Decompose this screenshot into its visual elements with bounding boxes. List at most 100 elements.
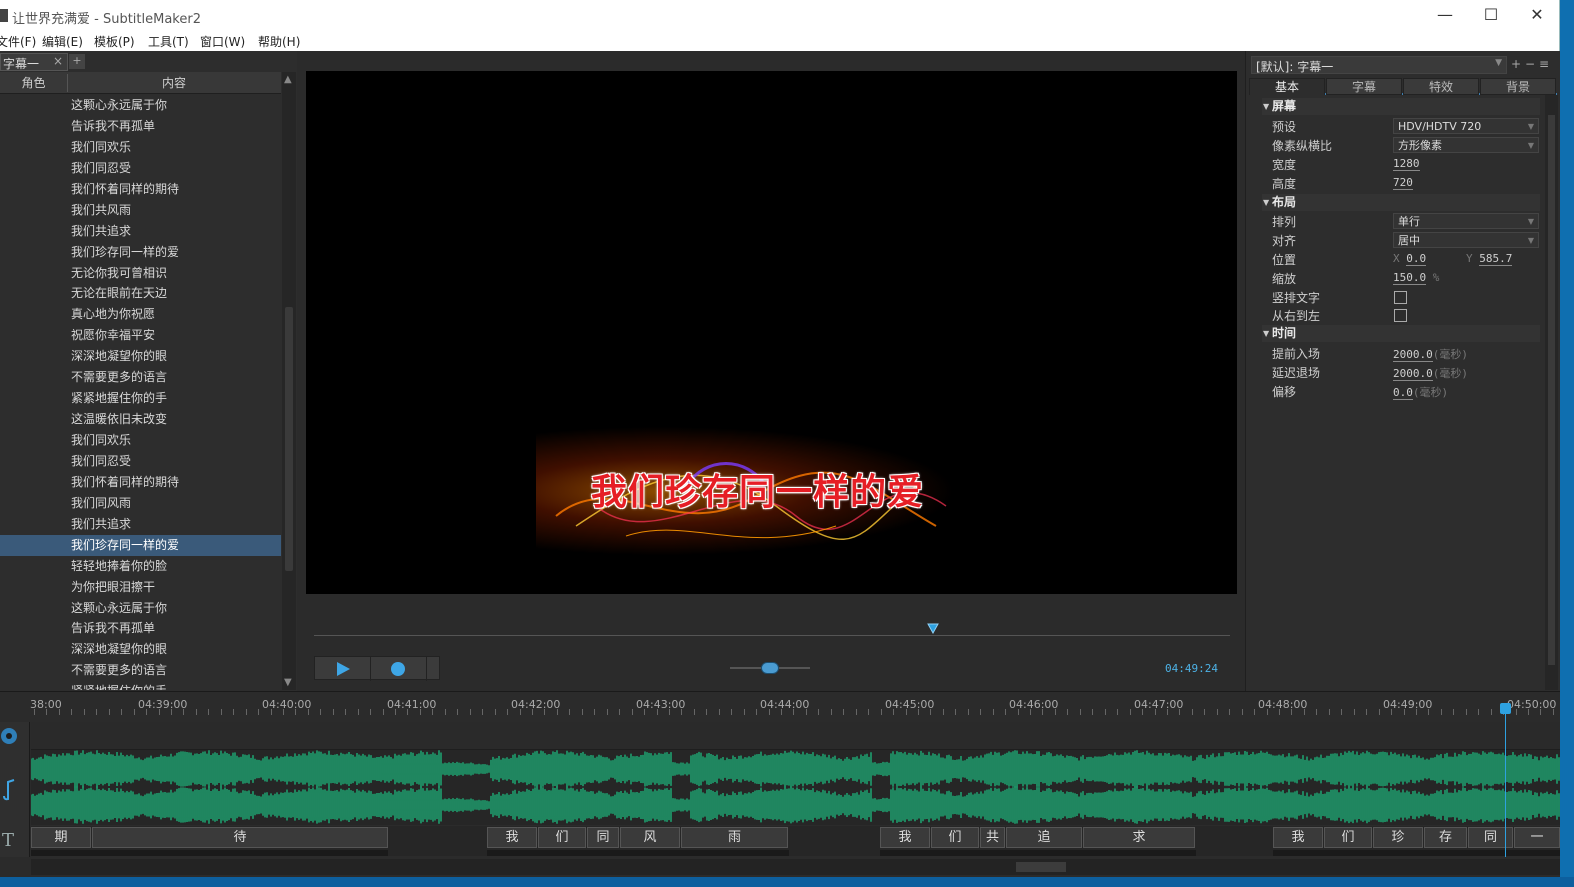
remove-style-icon[interactable]: − xyxy=(1525,57,1535,71)
karaoke-block[interactable]: 同 xyxy=(1468,827,1513,848)
align-select[interactable]: 居中 ▼ xyxy=(1393,232,1539,248)
column-role[interactable]: 角色 xyxy=(0,74,68,92)
subtitle-duration-bar[interactable] xyxy=(1273,850,1560,856)
lead-in-value[interactable]: 2000.0 xyxy=(1393,348,1433,362)
pos-x-value[interactable]: 0.0 xyxy=(1406,252,1427,266)
timeline-scrollbar[interactable] xyxy=(31,859,1560,875)
section-layout[interactable]: ▼ 布局 xyxy=(1262,194,1540,211)
playhead-line[interactable] xyxy=(1505,705,1506,857)
karaoke-block[interactable]: 待 xyxy=(92,827,388,848)
scroll-thumb[interactable] xyxy=(285,307,293,571)
subtitle-row[interactable]: 真心地为你祝愿 xyxy=(0,304,281,325)
width-field[interactable]: 1280 xyxy=(1393,157,1420,171)
tab-background[interactable]: 背景 xyxy=(1480,78,1556,95)
maximize-button[interactable]: ☐ xyxy=(1468,4,1514,28)
subtitle-duration-bar[interactable] xyxy=(487,850,789,856)
karaoke-block[interactable]: 我 xyxy=(487,827,537,848)
tab-effects[interactable]: 特效 xyxy=(1403,78,1479,95)
subtitle-duration-bar[interactable] xyxy=(880,850,1196,856)
karaoke-block[interactable]: 同 xyxy=(587,827,619,848)
menu-icon[interactable]: ≡ xyxy=(1539,57,1549,71)
position-x-field[interactable]: X 0.0 xyxy=(1393,252,1427,266)
subtitle-row[interactable]: 这颗心永远属于你 xyxy=(0,95,281,116)
karaoke-block[interactable]: 共 xyxy=(980,827,1005,848)
height-field[interactable]: 720 xyxy=(1393,176,1413,190)
time-ruler[interactable]: 38:00 04:39:00 04:40:00 04:41:00 04:42:00 04:… xyxy=(30,697,1560,722)
menu-help[interactable]: 帮助(H) xyxy=(258,33,300,50)
lead-out-value[interactable]: 2000.0 xyxy=(1393,367,1433,381)
minimize-button[interactable]: — xyxy=(1422,4,1468,28)
karaoke-block[interactable]: 存 xyxy=(1424,827,1467,848)
subtitle-row[interactable]: 我们怀着同样的期待 xyxy=(0,179,281,200)
pos-y-value[interactable]: 585.7 xyxy=(1479,252,1513,266)
subtitle-row[interactable]: 我们同欢乐 xyxy=(0,430,281,451)
add-tab-button[interactable]: + xyxy=(69,54,85,69)
scale-value[interactable]: 150.0 xyxy=(1393,271,1427,285)
karaoke-block[interactable]: 我 xyxy=(880,827,930,848)
subtitle-duration-bar[interactable] xyxy=(31,850,388,856)
stop-button[interactable] xyxy=(371,657,427,681)
lead-out-field[interactable]: 2000.0(毫秒) xyxy=(1393,365,1468,381)
tab-close-icon[interactable]: × xyxy=(53,54,63,68)
play-button[interactable] xyxy=(315,657,371,681)
subtitle-row[interactable]: 我们共追求 xyxy=(0,221,281,242)
playhead-marker[interactable] xyxy=(1500,703,1511,714)
text-track-icon[interactable]: T xyxy=(0,826,20,852)
add-style-icon[interactable]: + xyxy=(1511,57,1521,71)
karaoke-block[interactable]: 一 xyxy=(1514,827,1560,848)
section-screen[interactable]: ▼ 屏幕 xyxy=(1262,98,1540,115)
subtitle-row[interactable]: 我们同忍受 xyxy=(0,451,281,472)
subtitle-row[interactable]: 无论在眼前在天边 xyxy=(0,283,281,304)
menu-edit[interactable]: 编辑(E) xyxy=(42,33,83,50)
tab-basic[interactable]: 基本 xyxy=(1249,78,1325,95)
seek-marker-icon[interactable] xyxy=(927,623,939,634)
subtitle-row[interactable]: 无论你我可曾相识 xyxy=(0,263,281,284)
scroll-down-icon[interactable]: ▼ xyxy=(284,677,292,688)
tab-subtitle[interactable]: 字幕 xyxy=(1326,78,1402,95)
karaoke-block[interactable]: 追 xyxy=(1006,827,1082,848)
karaoke-block[interactable]: 我 xyxy=(1273,827,1323,848)
seek-track[interactable] xyxy=(314,635,1230,636)
subtitle-row[interactable]: 我们同风雨 xyxy=(0,493,281,514)
subtitle-row[interactable]: 我们共风雨 xyxy=(0,200,281,221)
subtitle-row[interactable]: 我们怀着同样的期待 xyxy=(0,472,281,493)
volume-knob[interactable] xyxy=(761,662,779,674)
subtitle-row[interactable]: 这温暖依旧未改变 xyxy=(0,409,281,430)
subtitle-row[interactable]: 不需要更多的语言 xyxy=(0,367,281,388)
karaoke-block[interactable]: 求 xyxy=(1083,827,1195,848)
menu-window[interactable]: 窗口(W) xyxy=(200,33,245,50)
vertical-text-checkbox[interactable] xyxy=(1394,291,1407,304)
subtitle-row[interactable]: 这颗心永远属于你 xyxy=(0,598,281,619)
video-track[interactable] xyxy=(31,722,1560,750)
controls-extra[interactable] xyxy=(427,657,440,681)
arrange-select[interactable]: 单行 ▼ xyxy=(1393,213,1539,229)
pixel-ratio-select[interactable]: 方形像素 ▼ xyxy=(1393,137,1539,153)
menu-file[interactable]: 文件(F) xyxy=(0,33,36,50)
karaoke-block[interactable]: 珍 xyxy=(1373,827,1423,848)
menu-template[interactable]: 模板(P) xyxy=(94,33,135,50)
subtitle-row[interactable]: 祝愿你幸福平安 xyxy=(0,325,281,346)
subtitle-row[interactable]: 紧紧地握住你的手 xyxy=(0,681,281,690)
karaoke-block[interactable]: 们 xyxy=(931,827,979,848)
menu-tools[interactable]: 工具(T) xyxy=(148,33,189,50)
preset-select[interactable]: HDV/HDTV 720 ▼ xyxy=(1393,118,1539,134)
height-value[interactable]: 720 xyxy=(1393,176,1413,190)
subtitle-row[interactable]: 轻轻地捧着你的脸 xyxy=(0,556,281,577)
scale-field[interactable]: 150.0 % xyxy=(1393,271,1439,285)
video-track-icon[interactable] xyxy=(0,724,20,748)
subtitle-row[interactable]: 我们珍存同一样的爱 xyxy=(0,242,281,263)
subtitle-row[interactable]: 不需要更多的语言 xyxy=(0,660,281,681)
karaoke-block[interactable]: 们 xyxy=(1324,827,1372,848)
column-content[interactable]: 内容 xyxy=(68,74,280,92)
karaoke-block[interactable]: 风 xyxy=(620,827,680,848)
scroll-up-icon[interactable]: ▲ xyxy=(284,74,292,85)
subtitle-row[interactable]: 告诉我不再孤单 xyxy=(0,116,281,137)
audio-waveform[interactable] xyxy=(30,750,1560,825)
width-value[interactable]: 1280 xyxy=(1393,157,1420,171)
close-button[interactable]: ✕ xyxy=(1514,4,1560,28)
subtitle-row[interactable]: 我们共追求 xyxy=(0,514,281,535)
scroll-thumb[interactable] xyxy=(1016,862,1066,872)
karaoke-block[interactable]: 期 xyxy=(31,827,91,848)
subtitle-row[interactable]: 我们同忍受 xyxy=(0,158,281,179)
subtitle-row[interactable]: 告诉我不再孤单 xyxy=(0,618,281,639)
